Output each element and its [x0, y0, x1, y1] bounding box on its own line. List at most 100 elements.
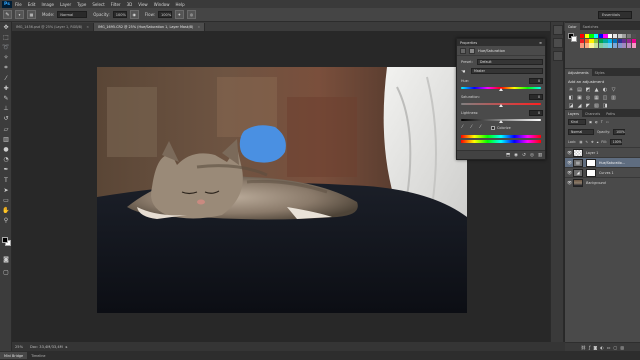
menu-edit[interactable]: Edit — [28, 2, 36, 7]
quick-select-tool-icon[interactable]: ✧ — [2, 54, 11, 63]
adjustment-type-icon[interactable]: ▤ — [577, 87, 583, 93]
channel-select[interactable]: Master — [471, 68, 543, 74]
saturation-slider-thumb[interactable] — [499, 104, 503, 107]
clone-stamp-tool-icon[interactable]: ⊥ — [2, 105, 11, 114]
tab-styles[interactable]: Styles — [592, 69, 608, 76]
lock-all-icon[interactable]: 🔒︎ — [597, 140, 599, 144]
color-swatch[interactable] — [612, 43, 617, 48]
pressure-size-icon[interactable]: ◎ — [186, 10, 196, 19]
history-panel-icon[interactable] — [553, 25, 563, 35]
adjustment-type-icon[interactable]: ◧ — [568, 95, 574, 101]
menu-file[interactable]: File — [15, 2, 22, 7]
color-swatch[interactable] — [612, 34, 617, 39]
lightness-value[interactable]: 0 — [529, 110, 543, 116]
quick-mask-icon[interactable]: ◙ — [2, 255, 11, 264]
zoom-level[interactable]: 25% — [12, 345, 30, 349]
color-swatch[interactable] — [631, 34, 636, 39]
blend-mode-select[interactable]: Normal — [568, 129, 594, 135]
adjustment-type-icon[interactable]: ▲ — [594, 87, 600, 93]
adjustment-type-icon[interactable]: ◢ — [577, 103, 583, 109]
properties-panel-header[interactable]: Properties ≡ — [457, 39, 545, 46]
visibility-icon[interactable]: ◎ — [529, 152, 535, 158]
blur-tool-icon[interactable]: ● — [2, 145, 11, 154]
dodge-tool-icon[interactable]: ◔ — [2, 156, 11, 165]
color-swatch[interactable] — [598, 34, 603, 39]
layer-style-icon[interactable]: ƒ — [589, 345, 590, 350]
lock-position-icon[interactable]: ✥ — [591, 140, 594, 144]
eyedropper-tool-icon[interactable]: ⁄ — [2, 74, 11, 83]
adjustment-type-icon[interactable]: ◤ — [585, 103, 591, 109]
mode-select[interactable]: Normal — [57, 11, 88, 18]
adjustment-type-icon[interactable]: ◪ — [568, 103, 574, 109]
flow-field[interactable]: 100% — [157, 11, 172, 18]
delete-icon[interactable]: ▥ — [537, 152, 543, 158]
color-swatch[interactable] — [626, 43, 632, 48]
status-arrow-icon[interactable]: ▸ — [66, 345, 68, 349]
type-tool-icon[interactable]: T — [2, 176, 11, 185]
color-swatch[interactable] — [617, 43, 622, 48]
fill-field[interactable]: 100% — [609, 139, 622, 145]
layer-mask-thumbnail[interactable] — [586, 158, 596, 167]
layer-row[interactable]: 👁︎ Background — [565, 177, 640, 187]
adjustment-type-icon[interactable]: ▽ — [611, 87, 617, 93]
adjustment-type-icon[interactable]: ▥ — [611, 95, 617, 101]
adjustment-type-icon[interactable]: ▧ — [594, 103, 600, 109]
color-swatch[interactable] — [594, 34, 599, 39]
color-swatch[interactable] — [598, 38, 603, 43]
lightness-slider-thumb[interactable] — [499, 120, 503, 123]
color-swatch[interactable] — [608, 34, 613, 39]
delete-layer-icon[interactable]: ▥ — [620, 345, 624, 350]
tab-swatches[interactable]: Swatches — [580, 23, 602, 30]
color-swatch[interactable] — [580, 38, 585, 43]
filter-shape-icon[interactable]: ▭ — [606, 120, 609, 124]
color-swatch[interactable] — [589, 38, 594, 43]
color-swatch[interactable] — [631, 38, 636, 43]
color-swatch[interactable] — [626, 38, 632, 43]
saturation-value[interactable]: 0 — [529, 94, 543, 100]
link-layers-icon[interactable]: ⛓︎ — [581, 345, 586, 350]
color-swatch[interactable] — [617, 34, 622, 39]
color-swatch[interactable] — [589, 43, 594, 48]
brush-tool-icon[interactable]: ✎ — [2, 95, 11, 104]
document-tab[interactable]: IMG_1456.psd @ 25% (Layer 1, RGB/8) × — [12, 23, 95, 31]
adjustment-type-icon[interactable]: ◎ — [585, 95, 591, 101]
layer-mask-thumbnail[interactable] — [586, 168, 596, 177]
color-swatch[interactable] — [584, 43, 589, 48]
eyedropper-plus-icon[interactable]: ⁄ — [471, 125, 472, 130]
adjustment-type-icon[interactable]: ☀ — [568, 87, 574, 93]
adjustment-type-icon[interactable]: ◫ — [602, 95, 608, 101]
color-swatch[interactable] — [594, 38, 599, 43]
brush-preset-picker[interactable]: ▾ — [15, 10, 24, 19]
lock-transparent-icon[interactable]: ▦ — [579, 140, 582, 144]
menu-3d[interactable]: 3D — [127, 2, 133, 7]
color-swatch[interactable] — [580, 34, 585, 39]
add-mask-icon[interactable]: ◙ — [593, 345, 597, 350]
color-swatch[interactable] — [589, 34, 594, 39]
gradient-tool-icon[interactable]: ▥ — [2, 135, 11, 144]
color-swatch[interactable] — [622, 34, 627, 39]
new-adjustment-icon[interactable]: ◐ — [600, 345, 604, 350]
menu-type[interactable]: Type — [77, 2, 86, 7]
menu-select[interactable]: Select — [92, 2, 104, 7]
layer-row[interactable]: 👁︎ Layer 1 — [565, 147, 640, 157]
adjustment-type-icon[interactable]: ◩ — [585, 87, 591, 93]
move-tool-icon[interactable]: ✥ — [2, 23, 11, 32]
color-swatch[interactable] — [603, 43, 608, 48]
color-swatch[interactable] — [580, 43, 585, 48]
color-swatch[interactable] — [603, 34, 608, 39]
hue-slider-thumb[interactable] — [499, 88, 503, 91]
tab-mini-bridge[interactable]: Mini Bridge — [0, 352, 28, 359]
close-icon[interactable]: × — [197, 25, 200, 29]
document-canvas-image[interactable] — [97, 67, 467, 313]
color-swatch[interactable] — [612, 38, 617, 43]
document-tab-active[interactable]: IMG_1695.CR2 @ 25% (Hue/Saturation 1, La… — [94, 23, 206, 31]
filter-pixel-icon[interactable]: ▣ — [589, 120, 592, 124]
healing-brush-tool-icon[interactable]: ✚ — [2, 84, 11, 93]
menu-layer[interactable]: Layer — [60, 2, 71, 7]
layer-row[interactable]: 👁︎ ◢ Curves 1 — [565, 167, 640, 177]
reset-icon[interactable]: ↺ — [521, 152, 527, 158]
hand-target-icon[interactable]: ☚ — [461, 69, 467, 75]
history-brush-tool-icon[interactable]: ↺ — [2, 115, 11, 124]
path-select-tool-icon[interactable]: ➤ — [2, 186, 11, 195]
eyedropper-icon[interactable]: ⁄ — [462, 125, 463, 130]
